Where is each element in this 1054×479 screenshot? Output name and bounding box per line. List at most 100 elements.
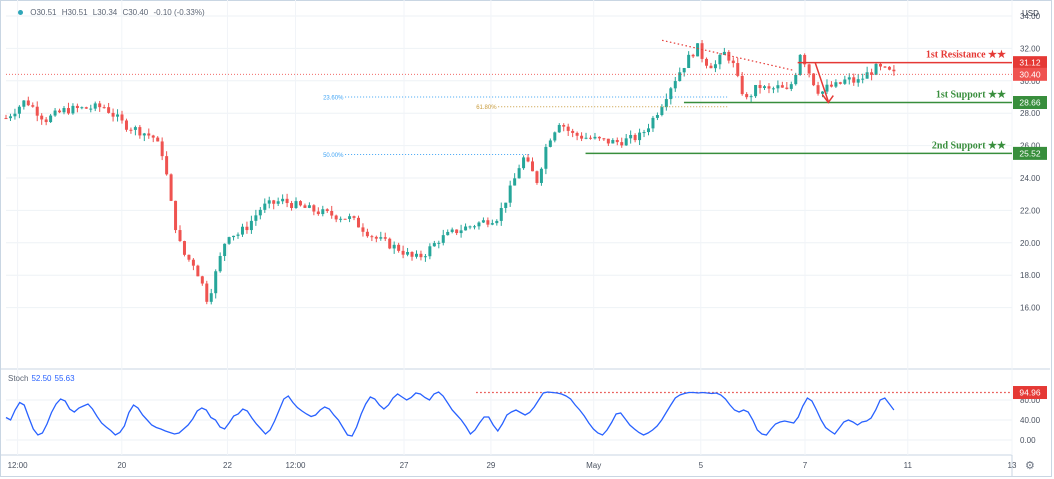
low-value: L30.34 [92,8,118,17]
candle-body [754,84,758,97]
candle-body [713,64,717,69]
candle-body [597,136,601,139]
candle-body [71,105,75,114]
open-value: O30.51 [30,8,57,17]
candle-body [593,136,597,139]
candle-body [138,127,142,136]
ohlc-legend: O30.51 H30.51 L30.34 C30.40 -0.10 (-0.33… [18,8,208,17]
candle-body [785,87,789,89]
high-value: H30.51 [61,8,88,17]
candle-body [419,253,423,258]
candle-body [191,259,195,266]
candle-body [468,226,472,228]
candle-body [807,64,811,74]
candle-body [883,66,887,68]
candle-body [236,234,240,236]
candle-body [825,84,829,92]
candle-body [758,84,762,89]
candle-body [4,118,8,120]
candle-body [22,100,26,107]
candle-body [232,235,236,238]
candle-body [455,229,459,234]
candle-body [285,198,289,204]
time-tick-label: 27 [400,461,409,470]
candle-body [263,203,267,210]
candle-body [696,43,700,57]
candle-body [731,60,735,64]
currency-label[interactable]: USD [1022,9,1039,18]
candle-body [325,209,329,211]
stoch-tick-label: 40.00 [1020,416,1041,425]
candle-body [678,72,682,82]
candle-body [816,85,820,94]
close-value: C30.40 [122,8,149,17]
candle-body [450,229,454,232]
candle-body [62,108,66,113]
fib-level-label: 50.00% [323,153,344,159]
price-tick-label: 24.00 [1020,174,1041,183]
support-label: 2nd Support ★★ [932,140,1006,151]
candle-body [272,200,276,204]
candle-body [446,231,450,236]
candle-body [472,226,476,228]
level-price-tag-text: 31.12 [1019,58,1041,68]
candle-body [575,132,579,136]
candle-body [486,220,490,225]
candle-body [834,82,838,87]
gear-icon[interactable]: ⚙ [1025,459,1035,472]
time-tick-label: 13 [1008,461,1017,470]
candle-body [856,79,860,83]
candle-body [642,132,646,134]
candle-body [17,106,21,114]
candle-body [553,132,557,141]
candle-body [620,142,624,146]
candle-body [633,134,637,141]
candle-body [709,65,713,69]
candle-body [124,120,128,130]
candle-body [316,211,320,215]
fib-level-label: 23.60% [323,96,344,102]
candle-body [182,241,186,255]
candle-body [290,203,294,208]
candle-body [66,108,70,114]
candle-body [437,242,441,244]
current-price-tag-text: 30.40 [1019,69,1041,79]
candle-body [664,99,668,108]
candle-body [8,116,12,119]
candle-body [852,77,856,83]
candle-body [348,216,352,219]
support-label: 1st Support ★★ [936,90,1006,101]
candle-body [281,198,285,202]
candle-body [200,276,204,284]
stoch-d-value: 55.63 [54,374,75,383]
candle-body [495,220,499,224]
price-tick-label: 18.00 [1020,271,1041,280]
candle-body [763,86,767,89]
candle-body [334,215,338,220]
candle-body [53,110,57,116]
candle-body [522,157,526,169]
time-tick-label: 7 [803,461,808,470]
candle-body [13,113,17,117]
candle-body [178,230,182,242]
candle-body [44,119,48,123]
candle-body [892,69,896,72]
candle-body [406,251,410,255]
candle-body [187,254,191,260]
candle-body [789,84,793,89]
candle-body [602,138,606,140]
candle-body [31,105,35,107]
candle-body [339,218,343,220]
candle-body [651,117,655,129]
candle-body [499,208,503,221]
candle-body [298,201,302,206]
price-chart[interactable]: 16.0018.0020.0022.0024.0026.0028.0030.00… [0,0,1054,479]
candle-body [383,237,387,239]
candle-body [459,230,463,234]
candle-body [526,157,530,162]
candle-body [557,124,561,133]
candle-body [392,244,396,249]
candle-body [776,85,780,89]
candle-body [798,54,802,75]
candle-body [477,222,481,227]
